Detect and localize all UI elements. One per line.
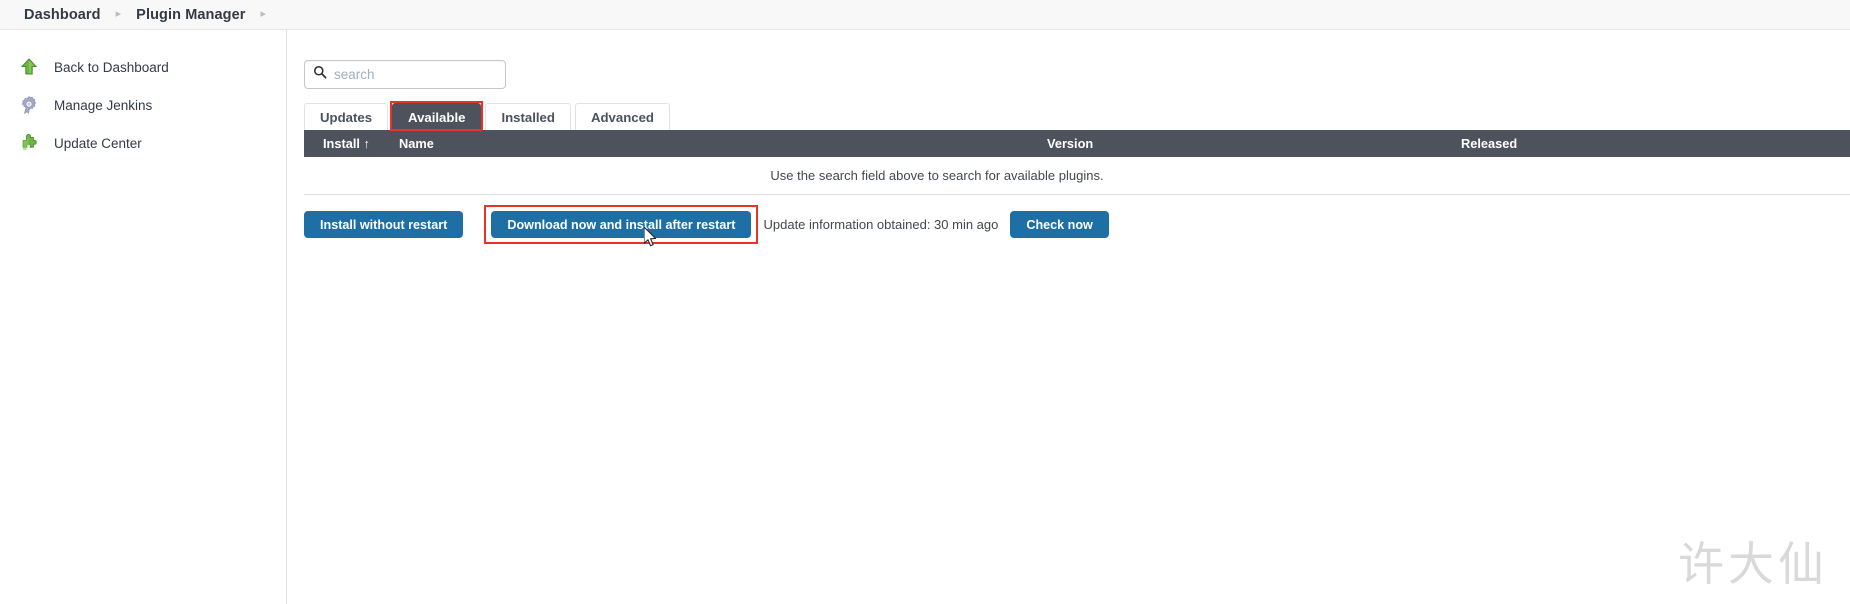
- tab-installed[interactable]: Installed: [485, 103, 571, 130]
- search-box[interactable]: [304, 60, 506, 89]
- breadcrumb-item-plugin-manager[interactable]: Plugin Manager: [132, 7, 249, 23]
- breadcrumb-separator-icon-2: ▸: [260, 8, 267, 20]
- sidebar: Back to Dashboard Manage Jenkins Update …: [0, 30, 287, 604]
- tab-advanced[interactable]: Advanced: [574, 103, 670, 130]
- column-header-install[interactable]: Install ↑: [323, 136, 381, 151]
- install-without-restart-wrap: Install without restart: [304, 211, 464, 238]
- install-without-restart-button[interactable]: Install without restart: [304, 211, 464, 238]
- tab-label: Installed: [501, 109, 555, 125]
- empty-state-text: Use the search field above to search for…: [770, 168, 1104, 183]
- check-now-button[interactable]: Check now: [1010, 211, 1109, 238]
- column-header-version[interactable]: Version: [1047, 136, 1093, 151]
- tab-label: Updates: [320, 109, 373, 125]
- tab-label: Advanced: [590, 109, 654, 125]
- search-input[interactable]: [334, 67, 497, 82]
- sidebar-item-update-center[interactable]: Update Center: [0, 124, 286, 162]
- sidebar-item-label: Manage Jenkins: [54, 97, 153, 113]
- puzzle-piece-icon: [18, 132, 40, 154]
- watermark-text: 许大仙: [1678, 537, 1828, 591]
- action-button-row: Install without restart Download now and…: [304, 205, 1850, 244]
- breadcrumb-separator-icon: ▸: [115, 8, 122, 20]
- sort-ascending-icon: ↑: [363, 136, 370, 151]
- main-content: Updates Available Installed Advanced Ins…: [287, 30, 1850, 604]
- download-now-install-after-restart-button[interactable]: Download now and install after restart: [491, 211, 752, 238]
- breadcrumb-item-dashboard[interactable]: Dashboard: [20, 7, 105, 23]
- search-icon: [313, 65, 327, 84]
- sidebar-item-label: Back to Dashboard: [54, 59, 169, 75]
- sidebar-item-manage-jenkins[interactable]: Manage Jenkins: [0, 86, 286, 124]
- sidebar-item-back-to-dashboard[interactable]: Back to Dashboard: [0, 48, 286, 86]
- tab-available[interactable]: Available: [390, 101, 484, 131]
- breadcrumb: Dashboard ▸ Plugin Manager ▸: [0, 0, 1850, 30]
- tab-label: Available: [408, 109, 466, 125]
- download-now-install-after-restart-wrap: Download now and install after restart: [484, 205, 759, 244]
- tab-updates[interactable]: Updates: [304, 103, 389, 130]
- empty-state-message: Use the search field above to search for…: [304, 157, 1850, 195]
- sidebar-item-label: Update Center: [54, 135, 142, 151]
- column-header-install-label: Install: [323, 136, 360, 151]
- gear-icon: [18, 94, 40, 116]
- page-body: Back to Dashboard Manage Jenkins Update …: [0, 30, 1850, 604]
- column-header-released[interactable]: Released: [1461, 136, 1517, 151]
- update-information-text: Update information obtained: 30 min ago: [763, 217, 999, 232]
- up-arrow-icon: [18, 56, 40, 78]
- plugin-table-header: Install ↑ Name Version Released: [304, 130, 1850, 157]
- column-header-name[interactable]: Name: [399, 136, 434, 151]
- plugin-tabs: Updates Available Installed Advanced: [304, 101, 1850, 131]
